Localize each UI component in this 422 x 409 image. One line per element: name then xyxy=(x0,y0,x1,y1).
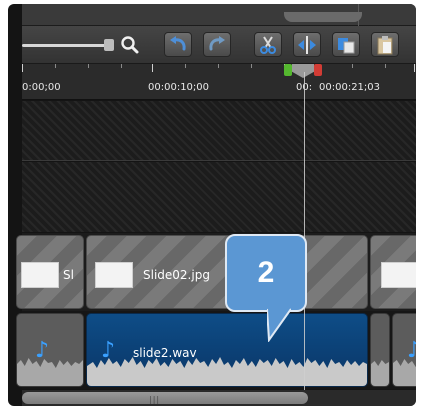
audio-clip-prev[interactable]: ♪ xyxy=(16,313,84,387)
ruler-tick xyxy=(152,64,153,72)
ruler-tick xyxy=(22,64,23,72)
undo-icon xyxy=(170,35,186,50)
clip-thumbnail xyxy=(381,262,416,288)
ruler-tick xyxy=(414,64,415,72)
ruler-tick xyxy=(88,64,89,68)
zoom-slider-track[interactable] xyxy=(22,44,108,47)
top-strip xyxy=(22,4,416,26)
callout-tail xyxy=(267,308,291,342)
playhead-timecode: 00:00:21;03 xyxy=(319,82,381,93)
scrollbar-thumb[interactable]: ||| xyxy=(22,392,308,404)
image-clip-next[interactable] xyxy=(370,235,416,309)
clip-thumbnail xyxy=(95,262,133,288)
ruler-tick xyxy=(185,64,186,68)
empty-track-1[interactable] xyxy=(22,101,416,161)
horizontal-scrollbar[interactable]: ||| xyxy=(22,390,416,406)
playhead-marker[interactable] xyxy=(284,64,322,78)
image-clip-prev[interactable]: Sl xyxy=(16,235,84,309)
ruler-label: 00:00:10;00 xyxy=(148,82,210,93)
panel-resize-handle[interactable] xyxy=(284,12,362,22)
ruler-tick xyxy=(55,64,56,68)
clip-label: Sl xyxy=(63,268,74,282)
split-button[interactable] xyxy=(293,32,321,57)
split-icon xyxy=(298,35,316,54)
undo-button[interactable] xyxy=(164,32,192,57)
ruler-tick xyxy=(218,64,219,68)
scissors-icon xyxy=(260,35,276,54)
waveform xyxy=(87,357,367,386)
timeline-panel: 0:00;00 00:00:10;00 00: 00:00:21;03 Sl S… xyxy=(8,4,416,406)
copy-icon xyxy=(338,37,355,53)
paste-button[interactable] xyxy=(371,32,399,57)
paste-icon xyxy=(377,35,393,54)
clip-thumbnail xyxy=(21,262,59,288)
empty-track-2[interactable] xyxy=(22,162,416,232)
audio-clip-gap[interactable] xyxy=(370,313,390,387)
waveform xyxy=(371,360,389,386)
ruler-tick xyxy=(121,64,122,68)
step-callout: 2 xyxy=(225,234,307,344)
audio-clip-next[interactable]: ♪ xyxy=(392,313,416,387)
ruler-tick xyxy=(352,64,353,68)
ruler-tick xyxy=(251,64,252,68)
timeline-toolbar xyxy=(22,26,416,64)
selection-in-handle[interactable] xyxy=(284,64,292,76)
ruler-label: 0:00;00 xyxy=(22,82,61,93)
magnifier-icon xyxy=(121,35,139,53)
callout-box: 2 xyxy=(225,234,307,312)
audio-track: ♪ ♪ slide2.wav ♪ xyxy=(16,311,416,389)
ruler-tick xyxy=(385,64,386,68)
clip-label: Slide02.jpg xyxy=(143,268,210,282)
copy-button[interactable] xyxy=(332,32,360,57)
callout-number: 2 xyxy=(257,256,275,289)
redo-button[interactable] xyxy=(203,32,231,57)
zoom-slider-thumb[interactable] xyxy=(104,39,114,51)
playhead-thumb[interactable] xyxy=(292,64,314,78)
selection-out-handle[interactable] xyxy=(314,64,322,76)
timecode-ruler[interactable]: 0:00;00 00:00:10;00 00: 00:00:21;03 xyxy=(22,64,416,100)
zoom-button[interactable] xyxy=(116,32,144,57)
grip-icon: ||| xyxy=(149,395,161,404)
redo-icon xyxy=(209,35,225,50)
waveform xyxy=(393,359,416,386)
image-track: Sl Slide02.jpg xyxy=(16,233,416,311)
cut-button[interactable] xyxy=(254,32,282,57)
waveform xyxy=(17,358,83,386)
